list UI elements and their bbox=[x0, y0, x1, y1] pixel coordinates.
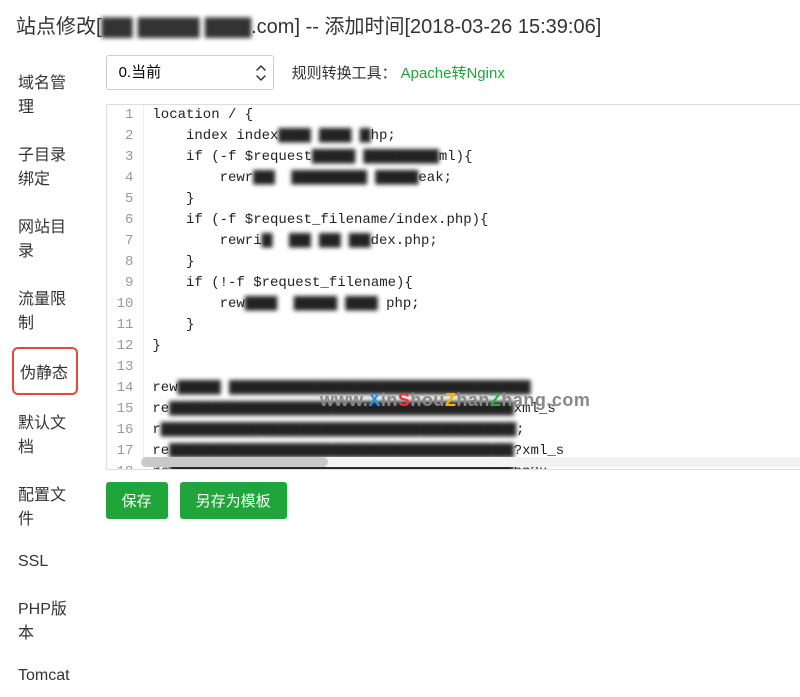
line-code[interactable]: index index▇▇▇ ▇▇▇ ▇hp; bbox=[144, 126, 800, 147]
line-number: 13 bbox=[107, 357, 144, 378]
editor-line: 16r▇▇▇▇▇▇▇▇▇▇▇▇▇▇▇▇▇▇▇▇▇▇▇▇▇▇▇▇▇▇▇▇▇; bbox=[107, 420, 800, 441]
line-number: 3 bbox=[107, 147, 144, 168]
line-code[interactable]: } bbox=[144, 252, 800, 273]
title-domain-masked: ▇▇ ▇▇▇▇ ▇▇▇ bbox=[102, 14, 252, 39]
editor-line: 12} bbox=[107, 336, 800, 357]
line-code[interactable]: r▇▇▇▇▇▇▇▇▇▇▇▇▇▇▇▇▇▇▇▇▇▇▇▇▇▇▇▇▇▇▇▇▇; bbox=[144, 420, 800, 441]
line-code[interactable]: re▇▇▇▇▇▇▇▇▇▇▇▇▇▇▇▇▇▇▇▇▇▇▇▇▇▇▇▇▇▇▇▇xml_s bbox=[144, 399, 800, 420]
editor-line: 5 } bbox=[107, 189, 800, 210]
title-prefix: 站点修改[ bbox=[16, 16, 102, 38]
sidebar-item-sitedir[interactable]: 网站目录 bbox=[0, 201, 88, 273]
code-editor[interactable]: 1location / {2 index index▇▇▇ ▇▇▇ ▇hp;3 … bbox=[106, 104, 800, 470]
sidebar-item-traffic[interactable]: 流量限制 bbox=[0, 273, 88, 345]
editor-content: 1location / {2 index index▇▇▇ ▇▇▇ ▇hp;3 … bbox=[107, 105, 800, 469]
sidebar-item-config[interactable]: 配置文件 bbox=[0, 469, 88, 541]
editor-scroll[interactable]: 1location / {2 index index▇▇▇ ▇▇▇ ▇hp;3 … bbox=[107, 105, 800, 469]
sidebar-item-subdir[interactable]: 子目录绑定 bbox=[0, 129, 88, 201]
horizontal-scrollbar[interactable] bbox=[141, 457, 800, 467]
title-suffix: .com] -- 添加时间[2018-03-26 15:39:06] bbox=[251, 16, 601, 38]
save-as-template-button[interactable]: 另存为模板 bbox=[180, 482, 287, 519]
editor-line: 3 if (-f $request▇▇▇▇ ▇▇▇▇▇▇▇ml){ bbox=[107, 147, 800, 168]
sidebar-item-php[interactable]: PHP版本 bbox=[0, 583, 88, 655]
editor-line: 1location / { bbox=[107, 105, 800, 126]
line-number: 17 bbox=[107, 441, 144, 462]
editor-line: 14rew▇▇▇▇ ▇▇▇▇▇▇▇▇▇▇▇▇▇▇▇▇▇▇▇▇▇▇▇▇▇▇▇▇ bbox=[107, 378, 800, 399]
line-number: 4 bbox=[107, 168, 144, 189]
line-code[interactable]: if (-f $request_filename/index.php){ bbox=[144, 210, 800, 231]
line-code[interactable]: } bbox=[144, 189, 800, 210]
line-number: 16 bbox=[107, 420, 144, 441]
line-number: 5 bbox=[107, 189, 144, 210]
converter-link[interactable]: Apache转Nginx bbox=[401, 62, 505, 83]
editor-line: 11 } bbox=[107, 315, 800, 336]
line-code[interactable]: rew▇▇▇ ▇▇▇▇ ▇▇▇ php; bbox=[144, 294, 800, 315]
line-code[interactable]: } bbox=[144, 336, 800, 357]
line-number: 6 bbox=[107, 210, 144, 231]
line-number: 9 bbox=[107, 273, 144, 294]
editor-line: 15re▇▇▇▇▇▇▇▇▇▇▇▇▇▇▇▇▇▇▇▇▇▇▇▇▇▇▇▇▇▇▇▇xml_… bbox=[107, 399, 800, 420]
line-number: 14 bbox=[107, 378, 144, 399]
toolbar: 0.当前 规则转换工具： Apache转Nginx bbox=[106, 55, 800, 90]
editor-line: 8 } bbox=[107, 252, 800, 273]
editor-line: 10 rew▇▇▇ ▇▇▇▇ ▇▇▇ php; bbox=[107, 294, 800, 315]
sidebar-item-tomcat[interactable]: Tomcat bbox=[0, 655, 88, 697]
editor-line: 9 if (!-f $request_filename){ bbox=[107, 273, 800, 294]
line-code[interactable]: if (-f $request▇▇▇▇ ▇▇▇▇▇▇▇ml){ bbox=[144, 147, 800, 168]
converter-label: 规则转换工具： bbox=[292, 62, 397, 83]
line-code[interactable]: rew▇▇▇▇ ▇▇▇▇▇▇▇▇▇▇▇▇▇▇▇▇▇▇▇▇▇▇▇▇▇▇▇▇ bbox=[144, 378, 800, 399]
editor-line: 13 bbox=[107, 357, 800, 378]
dialog-title: 站点修改[▇▇ ▇▇▇▇ ▇▇▇.com] -- 添加时间[2018-03-26… bbox=[0, 0, 800, 49]
template-select[interactable]: 0.当前 bbox=[106, 55, 274, 90]
line-code[interactable]: rewr▇▇ ▇▇▇▇▇▇▇ ▇▇▇▇eak; bbox=[144, 168, 800, 189]
editor-line: 7 rewri▇ ▇▇ ▇▇ ▇▇dex.php; bbox=[107, 231, 800, 252]
editor-line: 6 if (-f $request_filename/index.php){ bbox=[107, 210, 800, 231]
line-number: 8 bbox=[107, 252, 144, 273]
line-number: 10 bbox=[107, 294, 144, 315]
horizontal-scrollbar-thumb[interactable] bbox=[141, 457, 328, 467]
line-number: 1 bbox=[107, 105, 144, 126]
line-number: 18 bbox=[107, 462, 144, 469]
line-number: 7 bbox=[107, 231, 144, 252]
line-number: 2 bbox=[107, 126, 144, 147]
sidebar-item-rewrite[interactable]: 伪静态 bbox=[12, 347, 78, 395]
line-number: 15 bbox=[107, 399, 144, 420]
sidebar: 域名管理子目录绑定网站目录流量限制伪静态默认文档配置文件SSLPHP版本Tomc… bbox=[0, 49, 88, 573]
line-code[interactable] bbox=[144, 357, 800, 378]
save-button[interactable]: 保存 bbox=[106, 482, 168, 519]
editor-line: 4 rewr▇▇ ▇▇▇▇▇▇▇ ▇▇▇▇eak; bbox=[107, 168, 800, 189]
action-bar: 保存 另存为模板 bbox=[106, 482, 800, 519]
template-select-wrap: 0.当前 bbox=[106, 55, 274, 90]
sidebar-item-ssl[interactable]: SSL bbox=[0, 541, 88, 583]
line-code[interactable]: if (!-f $request_filename){ bbox=[144, 273, 800, 294]
editor-line: 2 index index▇▇▇ ▇▇▇ ▇hp; bbox=[107, 126, 800, 147]
line-code[interactable]: rewri▇ ▇▇ ▇▇ ▇▇dex.php; bbox=[144, 231, 800, 252]
content-container: 域名管理子目录绑定网站目录流量限制伪静态默认文档配置文件SSLPHP版本Tomc… bbox=[0, 49, 800, 573]
main-panel: 0.当前 规则转换工具： Apache转Nginx 1location / {2… bbox=[88, 49, 800, 573]
line-code[interactable]: } bbox=[144, 315, 800, 336]
line-code[interactable]: location / { bbox=[144, 105, 800, 126]
sidebar-item-default-doc[interactable]: 默认文档 bbox=[0, 397, 88, 469]
line-number: 11 bbox=[107, 315, 144, 336]
line-number: 12 bbox=[107, 336, 144, 357]
sidebar-item-domain[interactable]: 域名管理 bbox=[0, 57, 88, 129]
